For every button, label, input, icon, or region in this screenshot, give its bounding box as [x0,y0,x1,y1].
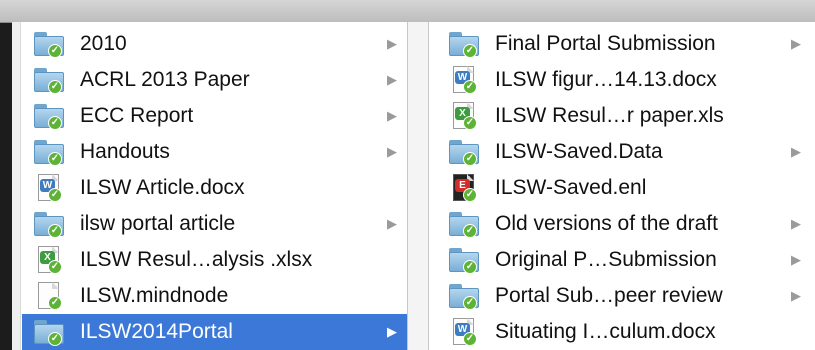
item-label: ILSW-Saved.Data [495,140,663,163]
disclosure-arrow-icon: ▶ [387,324,397,339]
file-row[interactable]: X ✓ ILSW Resul…alysis .xlsx [22,242,407,278]
item-label: Final Portal Submission [495,32,716,55]
sync-check-badge-icon: ✓ [48,80,62,94]
folder-row[interactable]: ✓ ACRL 2013 Paper ▶ [22,62,407,98]
folder-icon: ✓ [32,101,68,131]
finder-column-browser: ✓ 2010 ▶ ✓ ACRL 2013 Paper ▶ ✓ ECC Report ▶ ✓ Hand… [12,22,815,350]
folder-row[interactable]: ✓ Portal Sub…peer review ▶ [429,278,815,314]
folder-row[interactable]: ✓ Handouts ▶ [22,134,407,170]
sync-check-badge-icon: ✓ [48,260,62,274]
file-row[interactable]: W✓ ILSW.mindnode [22,278,407,314]
folder-icon: ✓ [32,317,68,347]
item-label: ILSW.mindnode [80,284,229,307]
item-label: Handouts [80,140,170,163]
folder-icon: ✓ [32,209,68,239]
folder-icon: ✓ [32,65,68,95]
item-label: ILSW Resul…r paper.xls [495,104,724,127]
item-label: Old versions of the draft [495,212,718,235]
sync-check-badge-icon: ✓ [48,224,62,238]
folder-row[interactable]: ✓ Original P…Submission ▶ [429,242,815,278]
sync-check-badge-icon: ✓ [463,116,477,130]
disclosure-arrow-icon: ▶ [791,144,801,159]
column-divider[interactable] [408,22,428,350]
item-label: ECC Report [80,104,194,127]
sync-check-badge-icon: ✓ [463,152,477,166]
column-2: ✓ Final Portal Submission ▶ W ✓ ILSW figur…14… [428,22,815,350]
item-label: ILSW-Saved.enl [495,176,647,199]
word-document-icon: W ✓ [447,65,483,95]
sync-check-badge-icon: ✓ [48,188,62,202]
folder-row[interactable]: ✓ ILSW2014Portal ▶ [22,314,407,350]
disclosure-arrow-icon: ▶ [791,36,801,51]
word-document-icon: W ✓ [32,173,68,203]
sync-check-badge-icon: ✓ [463,224,477,238]
folder-row[interactable]: ✓ 2010 ▶ [22,26,407,62]
folder-icon: ✓ [447,209,483,239]
disclosure-arrow-icon: ▶ [387,144,397,159]
item-label: ILSW Resul…alysis .xlsx [80,248,313,271]
item-label: 2010 [80,32,127,55]
sync-check-badge-icon: ✓ [463,332,477,346]
column-2-list: ✓ Final Portal Submission ▶ W ✓ ILSW figur…14… [429,26,815,350]
item-label: ILSW2014Portal [80,320,233,343]
disclosure-arrow-icon: ▶ [387,108,397,123]
sync-check-badge-icon: ✓ [48,44,62,58]
sync-check-badge-icon: ✓ [48,332,62,346]
column-scroll-strip[interactable] [12,22,21,350]
disclosure-arrow-icon: ▶ [791,288,801,303]
disclosure-arrow-icon: ▶ [791,216,801,231]
item-label: Situating I…culum.docx [495,320,716,343]
sync-check-badge-icon: ✓ [48,296,62,310]
item-label: ILSW Article.docx [80,176,245,199]
item-label: Portal Sub…peer review [495,284,723,307]
folder-icon: ✓ [32,29,68,59]
disclosure-arrow-icon: ▶ [387,36,397,51]
folder-icon: ✓ [447,29,483,59]
sync-check-badge-icon: ✓ [48,152,62,166]
folder-row[interactable]: ✓ Final Portal Submission ▶ [429,26,815,62]
generic-document-icon: W✓ [32,281,68,311]
sync-check-badge-icon: ✓ [48,116,62,130]
window-toolbar [0,0,815,23]
file-row[interactable]: W ✓ Situating I…culum.docx [429,314,815,350]
file-row[interactable]: E ✓ ILSW-Saved.enl [429,170,815,206]
sync-check-badge-icon: ✓ [463,188,477,202]
excel-spreadsheet-icon: X ✓ [32,245,68,275]
folder-icon: ✓ [32,137,68,167]
folder-icon: ✓ [447,245,483,275]
folder-row[interactable]: ✓ ILSW-Saved.Data ▶ [429,134,815,170]
file-row[interactable]: X ✓ ILSW Resul…r paper.xls [429,98,815,134]
folder-row[interactable]: ✓ ECC Report ▶ [22,98,407,134]
item-label: ILSW figur…14.13.docx [495,68,717,91]
column-1-list: ✓ 2010 ▶ ✓ ACRL 2013 Paper ▶ ✓ ECC Report ▶ ✓ Hand… [22,26,407,350]
item-label: ACRL 2013 Paper [80,68,250,91]
folder-row[interactable]: ✓ Old versions of the draft ▶ [429,206,815,242]
file-row[interactable]: W ✓ ILSW Article.docx [22,170,407,206]
word-document-icon: W ✓ [447,317,483,347]
endnote-library-icon: E ✓ [447,173,483,203]
excel-spreadsheet-icon: X ✓ [447,101,483,131]
folder-row[interactable]: ✓ ilsw portal article ▶ [22,206,407,242]
folder-icon: ✓ [447,137,483,167]
sync-check-badge-icon: ✓ [463,296,477,310]
sync-check-badge-icon: ✓ [463,260,477,274]
sync-check-badge-icon: ✓ [463,80,477,94]
disclosure-arrow-icon: ▶ [387,72,397,87]
file-row[interactable]: W ✓ ILSW figur…14.13.docx [429,62,815,98]
item-label: ilsw portal article [80,212,236,235]
column-1: ✓ 2010 ▶ ✓ ACRL 2013 Paper ▶ ✓ ECC Report ▶ ✓ Hand… [12,22,408,350]
disclosure-arrow-icon: ▶ [791,252,801,267]
sync-check-badge-icon: ✓ [463,44,477,58]
folder-icon: ✓ [447,281,483,311]
item-label: Original P…Submission [495,248,717,271]
disclosure-arrow-icon: ▶ [387,216,397,231]
